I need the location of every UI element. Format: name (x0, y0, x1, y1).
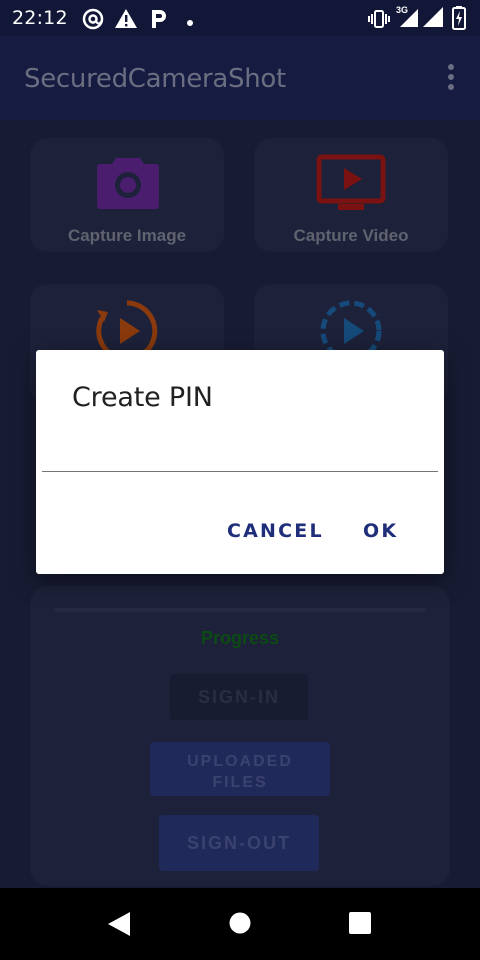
ok-button[interactable]: OK (363, 520, 398, 542)
cancel-button[interactable]: CANCEL (227, 520, 324, 542)
battery-icon (452, 6, 466, 35)
dot-icon (186, 14, 194, 32)
home-icon[interactable] (229, 912, 251, 939)
warning-icon (114, 8, 138, 35)
status-time: 22:12 (12, 7, 68, 29)
dialog-title: Create PIN (72, 382, 213, 413)
app-bar: SecuredCameraShot (0, 36, 480, 120)
overflow-menu-icon[interactable] (444, 64, 458, 94)
app-title: SecuredCameraShot (24, 64, 286, 94)
navigation-bar (0, 888, 480, 960)
status-bar: 22:12 3G (0, 0, 480, 36)
signal-icon (422, 6, 444, 33)
at-sign-icon (82, 8, 104, 35)
recents-icon[interactable] (349, 912, 371, 939)
pin-input[interactable] (42, 444, 438, 472)
create-pin-dialog: Create PIN CANCEL OK (36, 350, 444, 574)
signal-3g-icon: 3G (396, 5, 420, 34)
back-icon[interactable] (106, 910, 132, 943)
network-label: 3G (396, 5, 409, 15)
vibrate-icon (368, 8, 390, 35)
parking-icon (150, 8, 168, 35)
